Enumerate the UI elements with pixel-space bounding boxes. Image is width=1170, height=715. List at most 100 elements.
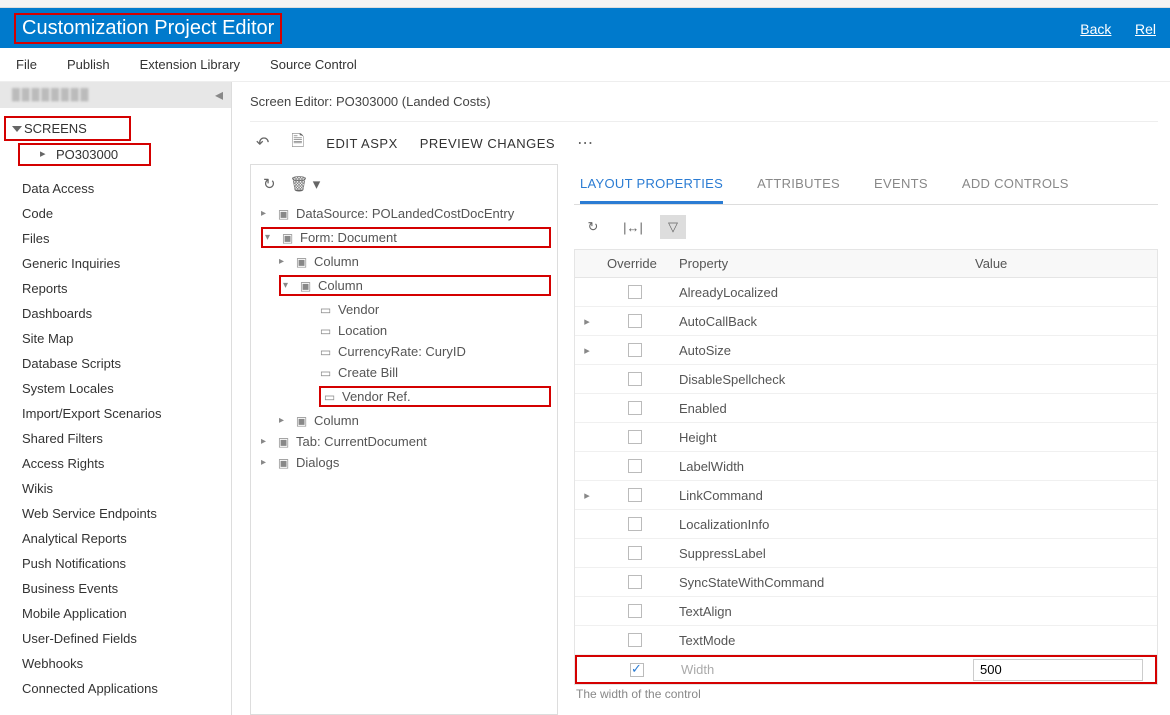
sidebar-item-shared-filters[interactable]: Shared Filters — [0, 426, 231, 451]
expand-icon[interactable]: ▸ — [575, 315, 599, 328]
override-checkbox[interactable] — [628, 314, 642, 328]
property-row-textalign[interactable]: TextAlign — [575, 597, 1157, 626]
sidebar-item-reports[interactable]: Reports — [0, 276, 231, 301]
expand-icon[interactable]: ▸ — [575, 489, 599, 502]
tree-node-datasource[interactable]: ▸▣DataSource: POLandedCostDocEntry — [257, 203, 551, 224]
sidebar-project-name: ████████ — [12, 89, 90, 101]
property-row-width[interactable]: Width — [575, 655, 1157, 684]
override-checkbox[interactable] — [628, 488, 642, 502]
properties-grid: Override Property Value AlreadyLocalized… — [574, 249, 1158, 685]
sidebar-item-connected-applications[interactable]: Connected Applications — [0, 676, 231, 701]
delete-icon[interactable]: 🗑 ▾ — [290, 175, 321, 193]
property-row-disablespellcheck[interactable]: DisableSpellcheck — [575, 365, 1157, 394]
reload-link[interactable]: Rel — [1135, 21, 1156, 37]
sidebar-item-webhooks[interactable]: Webhooks — [0, 651, 231, 676]
sidebar-item-business-events[interactable]: Business Events — [0, 576, 231, 601]
override-checkbox[interactable] — [628, 604, 642, 618]
override-checkbox[interactable] — [628, 575, 642, 589]
sidebar-item-data-access[interactable]: Data Access — [0, 176, 231, 201]
override-checkbox[interactable] — [628, 430, 642, 444]
sidebar-item-site-map[interactable]: Site Map — [0, 326, 231, 351]
grid-fit-icon[interactable]: |↔| — [620, 215, 646, 239]
sidebar-item-import-export-scenarios[interactable]: Import/Export Scenarios — [0, 401, 231, 426]
save-icon[interactable]: 🗎 — [291, 130, 304, 157]
sidebar-item-database-scripts[interactable]: Database Scripts — [0, 351, 231, 376]
tree-node-createbill[interactable]: ▭Create Bill — [257, 362, 551, 383]
property-name: AutoSize — [671, 343, 967, 358]
property-row-height[interactable]: Height — [575, 423, 1157, 452]
override-checkbox[interactable] — [628, 459, 642, 473]
more-icon[interactable]: ⋯ — [577, 133, 593, 153]
property-value-cell[interactable] — [965, 659, 1155, 681]
col-value: Value — [967, 256, 1157, 271]
tree-node-column-1[interactable]: ▸▣Column — [257, 251, 551, 272]
tree-node-form[interactable]: ▾▣Form: Document — [257, 224, 551, 251]
col-property: Property — [671, 256, 967, 271]
menu-source-control[interactable]: Source Control — [270, 57, 357, 72]
sidebar-item-generic-inquiries[interactable]: Generic Inquiries — [0, 251, 231, 276]
property-row-linkcommand[interactable]: ▸ LinkCommand — [575, 481, 1157, 510]
sidebar-item-analytical-reports[interactable]: Analytical Reports — [0, 526, 231, 551]
sidebar-collapse-icon[interactable]: ◂ — [215, 85, 223, 105]
sidebar-item-access-rights[interactable]: Access Rights — [0, 451, 231, 476]
property-name: Width — [673, 662, 965, 677]
tree-node-vendor[interactable]: ▭Vendor — [257, 299, 551, 320]
property-row-localizationinfo[interactable]: LocalizationInfo — [575, 510, 1157, 539]
menu-file[interactable]: File — [16, 57, 37, 72]
tree-node-tab[interactable]: ▸▣Tab: CurrentDocument — [257, 431, 551, 452]
menu-publish[interactable]: Publish — [67, 57, 110, 72]
tree-node-vendorref[interactable]: ▭Vendor Ref. — [257, 383, 551, 410]
override-checkbox[interactable] — [628, 285, 642, 299]
sidebar-item-mobile-application[interactable]: Mobile Application — [0, 601, 231, 626]
undo-icon[interactable]: ↶ — [256, 133, 269, 153]
width-input[interactable] — [973, 659, 1143, 681]
tab-events[interactable]: EVENTS — [874, 168, 928, 204]
override-checkbox[interactable] — [628, 546, 642, 560]
override-checkbox[interactable] — [628, 401, 642, 415]
sidebar-item-screens[interactable]: SCREENS — [4, 116, 131, 141]
tree-node-column-2[interactable]: ▾▣Column — [257, 272, 551, 299]
sidebar-item-wikis[interactable]: Wikis — [0, 476, 231, 501]
property-row-suppresslabel[interactable]: SuppressLabel — [575, 539, 1157, 568]
main-pane: Screen Editor: PO303000 (Landed Costs) ↶… — [232, 82, 1170, 715]
override-checkbox[interactable] — [628, 517, 642, 531]
grid-refresh-icon[interactable]: ↻ — [580, 215, 606, 239]
sidebar-item-dashboards[interactable]: Dashboards — [0, 301, 231, 326]
property-row-enabled[interactable]: Enabled — [575, 394, 1157, 423]
property-row-textmode[interactable]: TextMode — [575, 626, 1157, 655]
tab-layout-properties[interactable]: LAYOUT PROPERTIES — [580, 168, 723, 204]
sidebar-item-files[interactable]: Files — [0, 226, 231, 251]
sidebar-item-po303000[interactable]: PO303000 — [18, 143, 151, 166]
sidebar-item-user-defined-fields[interactable]: User-Defined Fields — [0, 626, 231, 651]
property-row-labelwidth[interactable]: LabelWidth — [575, 452, 1157, 481]
sidebar-item-web-service-endpoints[interactable]: Web Service Endpoints — [0, 501, 231, 526]
sidebar-item-push-notifications[interactable]: Push Notifications — [0, 551, 231, 576]
property-row-syncstatewithcommand[interactable]: SyncStateWithCommand — [575, 568, 1157, 597]
property-row-alreadylocalized[interactable]: AlreadyLocalized — [575, 278, 1157, 307]
control-tree: ▸▣DataSource: POLandedCostDocEntry ▾▣For… — [257, 203, 551, 473]
property-name: TextAlign — [671, 604, 967, 619]
back-link[interactable]: Back — [1080, 21, 1111, 37]
tree-node-currencyrate[interactable]: ▭CurrencyRate: CuryID — [257, 341, 551, 362]
override-checkbox[interactable] — [628, 343, 642, 357]
property-row-autocallback[interactable]: ▸AutoCallBack — [575, 307, 1157, 336]
expand-icon[interactable]: ▸ — [575, 344, 599, 357]
property-row-autosize[interactable]: ▸ AutoSize — [575, 336, 1157, 365]
property-name: LinkCommand — [671, 488, 967, 503]
tree-node-column-3[interactable]: ▸▣Column — [257, 410, 551, 431]
preview-changes-button[interactable]: PREVIEW CHANGES — [420, 136, 555, 151]
grid-filter-icon[interactable]: ▽ — [660, 215, 686, 239]
tab-attributes[interactable]: ATTRIBUTES — [757, 168, 840, 204]
sidebar-item-system-locales[interactable]: System Locales — [0, 376, 231, 401]
menu-extension-library[interactable]: Extension Library — [140, 57, 240, 72]
tree-node-location[interactable]: ▭Location — [257, 320, 551, 341]
sidebar-item-code[interactable]: Code — [0, 201, 231, 226]
edit-aspx-button[interactable]: EDIT ASPX — [326, 136, 397, 151]
col-override: Override — [599, 256, 671, 271]
tab-add-controls[interactable]: ADD CONTROLS — [962, 168, 1069, 204]
override-checkbox[interactable] — [630, 663, 644, 677]
override-checkbox[interactable] — [628, 372, 642, 386]
refresh-icon[interactable]: ↻ — [263, 175, 276, 193]
override-checkbox[interactable] — [628, 633, 642, 647]
tree-node-dialogs[interactable]: ▸▣Dialogs — [257, 452, 551, 473]
